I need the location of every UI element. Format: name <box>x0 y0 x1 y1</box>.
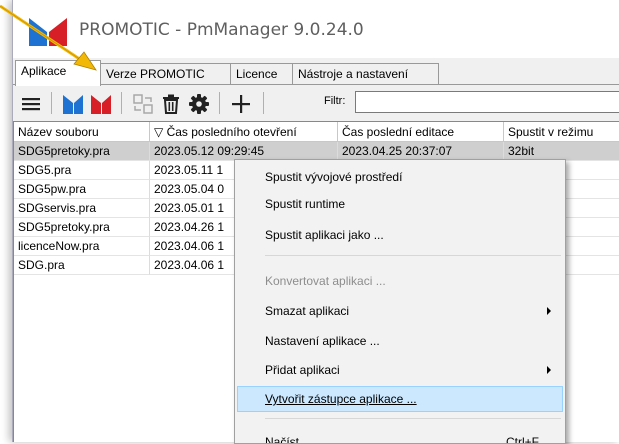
cell-file-name: SDG5pretoky.pra <box>14 218 150 237</box>
menu-item-label: Spustit runtime <box>265 197 346 211</box>
menu-item-konvertovat-aplikaci: Konvertovat aplikaci ... <box>237 268 563 294</box>
menu-item-label: Přidat aplikaci <box>265 363 340 377</box>
column-header-cas-posledniho-otevreni[interactable]: ▽ Čas posledního otevření <box>150 122 338 142</box>
menu-item-label: Nastavení aplikace ... <box>265 334 380 348</box>
tab-nastroje-a-nastaveni[interactable]: Nástroje a nastavení <box>292 63 439 84</box>
menu-item-label: Načíst <box>265 435 300 444</box>
toolbar-separator <box>263 92 264 114</box>
tab-licence[interactable]: Licence <box>230 63 293 84</box>
delete-icon[interactable] <box>159 92 183 116</box>
menu-item-spustit-vyvojove-prostredi[interactable]: Spustit vývojové prostředí <box>237 164 563 190</box>
cell-file-name: SDG5pw.pra <box>14 180 150 199</box>
cell-file-name: SDG.pra <box>14 256 150 275</box>
gear-icon[interactable] <box>187 92 211 116</box>
menu-item-label: Smazat aplikaci <box>265 304 350 318</box>
promotic-red-logo-icon[interactable] <box>89 92 113 116</box>
menu-item-nastaveni-aplikace[interactable]: Nastavení aplikace ... <box>237 328 563 354</box>
cell-file-name: licenceNow.pra <box>14 237 150 256</box>
column-header-cas-posledni-editace[interactable]: Čas poslední editace <box>338 122 504 142</box>
toolbar-separator <box>219 92 220 114</box>
column-header-spustit-v-rezimu[interactable]: Spustit v režimu <box>504 122 619 142</box>
menu-item-label: Spustit aplikaci jako ... <box>265 228 384 242</box>
menu-item-spustit-runtime[interactable]: Spustit runtime <box>237 191 563 217</box>
context-menu: Spustit vývojové prostředí Spustit runti… <box>234 159 566 444</box>
window-title: PROMOTIC - PmManager 9.0.24.0 <box>79 20 364 40</box>
menu-item-pridat-aplikaci[interactable]: Přidat aplikaci <box>237 357 563 383</box>
promotic-blue-logo-icon[interactable] <box>61 92 85 116</box>
menu-item-label: Konvertovat aplikaci ... <box>265 274 386 288</box>
menu-item-label: Vytvořit zástupce aplikace ... <box>265 392 417 406</box>
annotation-arrow-icon <box>0 4 97 71</box>
submenu-arrow-icon <box>547 307 551 315</box>
toolbar-separator <box>121 92 122 114</box>
menu-separator <box>265 255 561 256</box>
menu-item-smazat-aplikaci[interactable]: Smazat aplikaci <box>237 298 563 324</box>
filter-label: Filtr: <box>324 95 346 107</box>
convert-icon[interactable] <box>131 92 155 116</box>
submenu-arrow-icon <box>547 366 551 374</box>
cell-file-name: SDG5pretoky.pra <box>14 142 150 161</box>
column-header-nazev-souboru[interactable]: Název souboru <box>14 122 150 142</box>
menu-item-spustit-aplikaci-jako[interactable]: Spustit aplikaci jako ... <box>237 222 563 248</box>
cell-file-name: SDGservis.pra <box>14 199 150 218</box>
plus-icon[interactable] <box>229 92 253 116</box>
cell-file-name: SDG5.pra <box>14 161 150 180</box>
filter-input[interactable] <box>355 91 619 113</box>
menu-separator <box>265 418 561 419</box>
menu-item-label: Spustit vývojové prostředí <box>265 170 403 184</box>
menu-icon[interactable] <box>19 92 43 116</box>
menu-item-vytvorit-zastupce-aplikace[interactable]: Vytvořit zástupce aplikace ... <box>237 386 563 412</box>
toolbar-separator <box>51 92 52 114</box>
